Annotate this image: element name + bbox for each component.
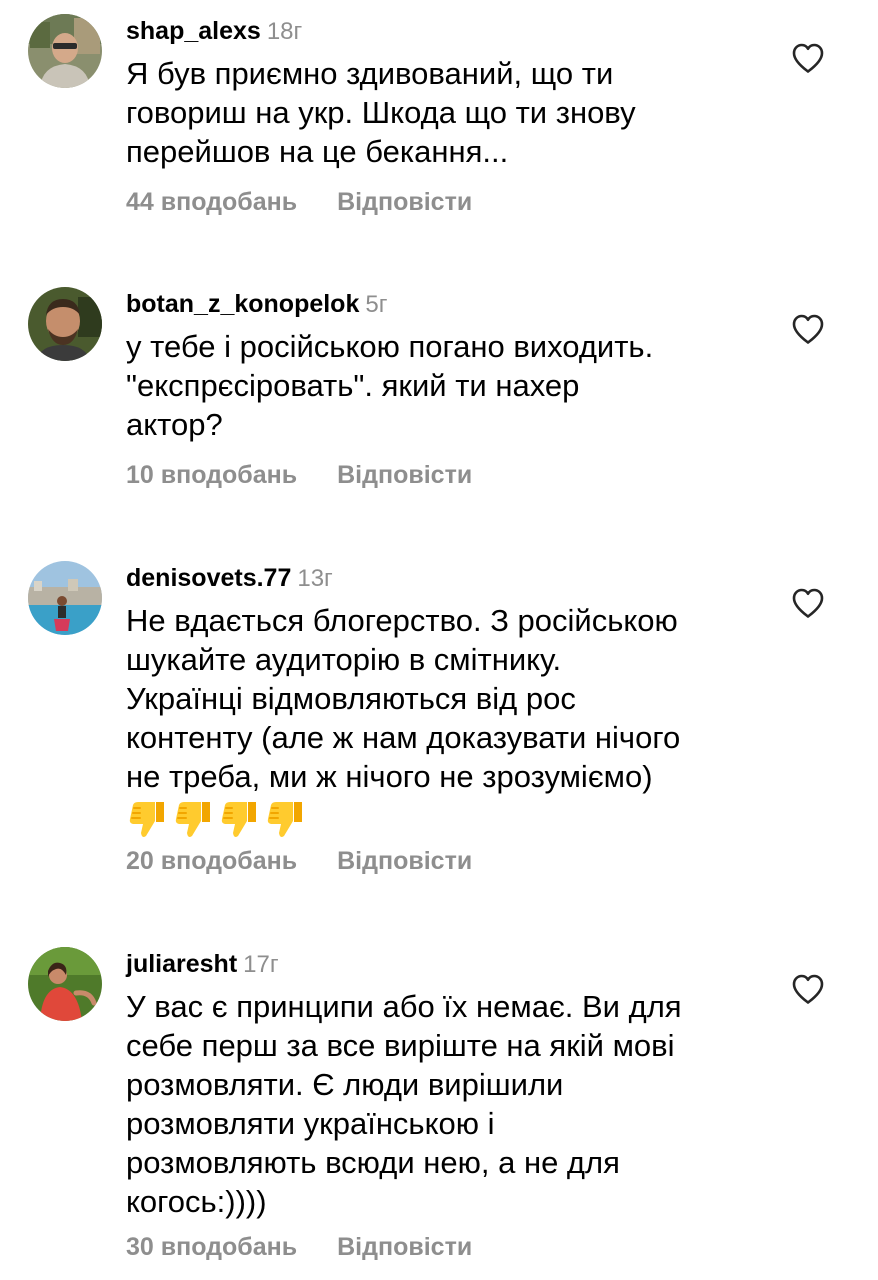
reply-button[interactable]: Відповісти bbox=[337, 1233, 472, 1261]
comment-line: Я був приємно здивований, що ти bbox=[126, 56, 614, 91]
comment-meta: 44 вподобань Відповісти bbox=[126, 188, 472, 217]
likes-count[interactable]: 44 вподобань bbox=[126, 188, 297, 216]
comment-line: перейшов на це бекання... bbox=[126, 134, 509, 169]
comment-line: актор? bbox=[126, 407, 223, 442]
comment-line: не треба, ми ж нічого не зрозуміємо) bbox=[126, 759, 653, 794]
comment-header: denisovets.77 13г bbox=[126, 563, 333, 597]
comment-header: botan_z_konopelok 5г bbox=[126, 289, 387, 323]
comment-line: контенту (але ж нам доказувати нічого bbox=[126, 720, 681, 755]
username[interactable]: juliaresht bbox=[126, 950, 237, 978]
avatar[interactable] bbox=[28, 287, 102, 361]
comment-text: у тебе і російською погано виходить. "ек… bbox=[126, 327, 766, 444]
heart-icon[interactable] bbox=[791, 313, 825, 345]
comment-text: Не вдається блогерство. З російською шук… bbox=[126, 601, 766, 844]
comment-line: розмовляти. Є люди вирішили bbox=[126, 1067, 564, 1102]
timestamp: 13г bbox=[297, 565, 333, 592]
comment-line: розмовляти українською і bbox=[126, 1106, 495, 1141]
avatar[interactable] bbox=[28, 947, 102, 1021]
timestamp: 17г bbox=[243, 951, 279, 978]
comment-text: У вас є принципи або їх немає. Ви для се… bbox=[126, 987, 766, 1221]
likes-count[interactable]: 10 вподобань bbox=[126, 461, 297, 489]
comment-header: juliaresht 17г bbox=[126, 949, 279, 983]
timestamp: 18г bbox=[266, 18, 303, 45]
likes-count[interactable]: 30 вподобань bbox=[126, 1233, 297, 1261]
emoji-row bbox=[126, 798, 766, 844]
thumbs-down-emoji bbox=[175, 802, 210, 837]
comment-line: розмовляють всюди нею, а не для bbox=[126, 1145, 620, 1180]
thumbs-down-emoji bbox=[221, 802, 256, 837]
comment-meta: 20 вподобань Відповісти bbox=[126, 847, 472, 876]
username[interactable]: botan_z_konopelok bbox=[126, 290, 359, 318]
thumbs-down-emoji bbox=[129, 802, 164, 837]
timestamp: 5г bbox=[365, 291, 388, 318]
avatar[interactable] bbox=[28, 561, 102, 635]
reply-button[interactable]: Відповісти bbox=[337, 188, 472, 216]
heart-icon[interactable] bbox=[791, 587, 825, 619]
likes-count[interactable]: 20 вподобань bbox=[126, 847, 297, 875]
comment-line: когось:)))) bbox=[126, 1184, 267, 1219]
comment-meta: 10 вподобань Відповісти bbox=[126, 461, 472, 490]
comment-text: Я був приємно здивований, що ти говориш … bbox=[126, 54, 766, 171]
username[interactable]: denisovets.77 bbox=[126, 564, 291, 592]
comment-line: себе перш за все вирiште на якiй мовi bbox=[126, 1028, 675, 1063]
comment-line: "експрєсіровать". який ти нахер bbox=[126, 368, 580, 403]
comment-line: Не вдається блогерство. З російською bbox=[126, 603, 678, 638]
comment-line: говориш на укр. Шкода що ти знову bbox=[126, 95, 636, 130]
username[interactable]: shap_alexs bbox=[126, 17, 261, 45]
comment-meta: 30 вподобань Відповісти bbox=[126, 1233, 472, 1262]
comment-line: шукайте аудиторію в смітнику. bbox=[126, 642, 562, 677]
heart-icon[interactable] bbox=[791, 42, 825, 74]
reply-button[interactable]: Відповісти bbox=[337, 847, 472, 875]
comment-line: Українці відмовляються від рос bbox=[126, 681, 576, 716]
avatar[interactable] bbox=[28, 14, 102, 88]
thumbs-down-emoji bbox=[267, 802, 302, 837]
heart-icon[interactable] bbox=[791, 973, 825, 1005]
comment-header: shap_alexs 18г bbox=[126, 16, 302, 50]
comment-line: У вас є принципи або їх немає. Ви для bbox=[126, 989, 682, 1024]
comment-line: у тебе і російською погано виходить. bbox=[126, 329, 654, 364]
reply-button[interactable]: Відповісти bbox=[337, 461, 472, 489]
